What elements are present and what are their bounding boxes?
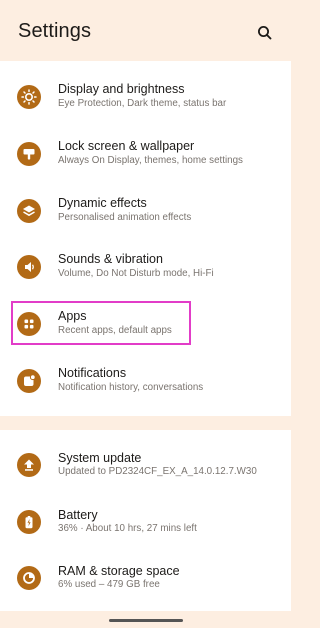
settings-item-subtitle: Personalised animation effects [58,212,192,223]
settings-item-subtitle: Volume, Do Not Disturb mode, Hi-Fi [58,268,214,279]
settings-item-system-update[interactable]: System update Updated to PD2324CF_EX_A_1… [0,438,291,494]
speaker-icon [17,255,41,279]
settings-item-label: Sounds & vibration [58,252,163,266]
settings-item-label: Battery [58,508,98,522]
page-title: Settings [18,20,92,42]
settings-item-label: Display and brightness [58,82,185,96]
settings-item-sounds[interactable]: Sounds & vibration Volume, Do Not Distur… [0,239,291,295]
settings-item-subtitle: 36% · About 10 hrs, 27 mins left [58,523,197,534]
settings-item-dynamic-effects[interactable]: Dynamic effects Personalised animation e… [0,183,291,239]
search-icon[interactable] [256,24,274,42]
settings-item-notifications[interactable]: Notifications Notification history, conv… [0,353,291,409]
settings-item-storage[interactable]: RAM & storage space 6% used – 479 GB fre… [0,551,291,607]
layers-icon [17,199,41,223]
settings-item-subtitle: Updated to PD2324CF_EX_A_14.0.12.7.W30 [58,466,257,477]
settings-item-display[interactable]: Display and brightness Eye Protection, D… [0,69,291,125]
settings-item-label: Dynamic effects [58,196,147,210]
settings-item-subtitle: Notification history, conversations [58,382,204,393]
selection-highlight [11,301,191,345]
brightness-icon [17,85,41,109]
settings-item-subtitle: Eye Protection, Dark theme, status bar [58,98,227,109]
storage-icon [17,566,41,590]
settings-item-label: System update [58,451,142,465]
battery-icon [17,510,41,534]
wallpaper-icon [17,142,41,166]
settings-item-label: Notifications [58,366,127,380]
app-header: Settings [0,0,291,64]
settings-item-subtitle: Always On Display, themes, home settings [58,155,243,166]
settings-item-label: RAM & storage space [58,564,180,578]
settings-item-label: Lock screen & wallpaper [58,139,195,153]
settings-item-subtitle: 6% used – 479 GB free [58,579,160,590]
notification-icon [17,369,41,393]
home-indicator[interactable] [109,619,183,622]
settings-item-lock-screen[interactable]: Lock screen & wallpaper Always On Displa… [0,126,291,182]
update-icon [17,453,41,477]
settings-item-battery[interactable]: Battery 36% · About 10 hrs, 27 mins left [0,495,291,551]
